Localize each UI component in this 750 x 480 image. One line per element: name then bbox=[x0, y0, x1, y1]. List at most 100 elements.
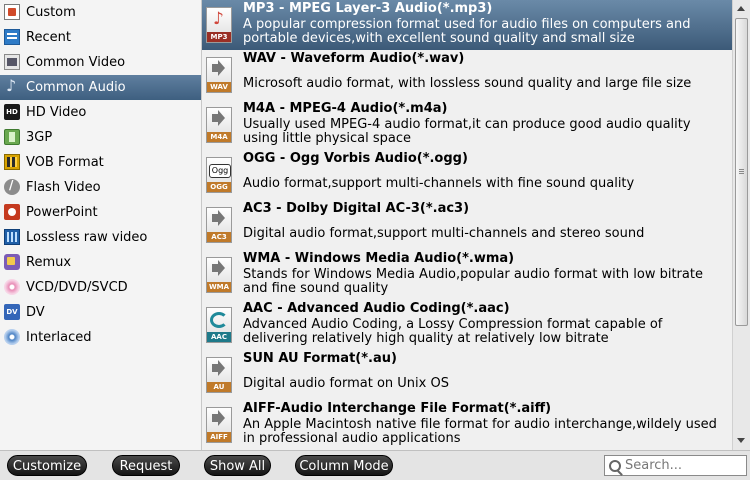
common-audio-icon bbox=[4, 76, 20, 95]
vob-format-icon bbox=[4, 154, 20, 170]
format-item-au[interactable]: AU SUN AU Format(*.au) Digital audio for… bbox=[202, 350, 732, 400]
format-description: An Apple Macintosh native file format fo… bbox=[243, 417, 717, 446]
sidebar-item-label: DV bbox=[26, 305, 45, 320]
speaker-icon bbox=[212, 60, 225, 76]
format-item-mp3[interactable]: ♪ MP3 MP3 - MPEG Layer-3 Audio(*.mp3) A … bbox=[202, 0, 732, 50]
format-title: OGG - Ogg Vorbis Audio(*.ogg) bbox=[243, 151, 468, 166]
recent-icon bbox=[4, 29, 20, 45]
format-item-ogg[interactable]: Ogg OGG OGG - Ogg Vorbis Audio(*.ogg) Au… bbox=[202, 150, 732, 200]
speaker-icon bbox=[212, 410, 225, 426]
custom-icon bbox=[4, 4, 20, 20]
format-badge: AIFF bbox=[207, 432, 231, 442]
speaker-icon bbox=[212, 260, 225, 276]
sidebar-item-label: HD Video bbox=[26, 105, 87, 120]
aac-file-icon: AAC bbox=[206, 307, 232, 343]
sidebar-item-flash-video[interactable]: Flash Video bbox=[0, 175, 201, 200]
sidebar-item-label: PowerPoint bbox=[26, 205, 98, 220]
flash-video-icon bbox=[4, 178, 20, 195]
sidebar-item-label: Recent bbox=[26, 30, 71, 45]
au-file-icon: AU bbox=[206, 357, 232, 393]
hd-video-icon: HD bbox=[4, 104, 20, 120]
speaker-icon bbox=[212, 210, 225, 226]
sidebar-item-powerpoint[interactable]: PowerPoint bbox=[0, 200, 201, 225]
format-item-wma[interactable]: WMA WMA - Windows Media Audio(*.wma) Sta… bbox=[202, 250, 732, 300]
search-input[interactable] bbox=[625, 457, 743, 474]
format-description: Digital audio format,support multi-chann… bbox=[243, 226, 645, 241]
format-title: AC3 - Dolby Digital AC-3(*.ac3) bbox=[243, 201, 470, 216]
sidebar-item-label: VCD/DVD/SVCD bbox=[26, 280, 128, 295]
vcd-dvd-svcd-icon bbox=[4, 279, 20, 295]
sidebar-item-vob-format[interactable]: VOB Format bbox=[0, 150, 201, 175]
sidebar-item-label: VOB Format bbox=[26, 155, 104, 170]
format-description: A popular compression format used for au… bbox=[243, 17, 691, 46]
ogg-file-icon: Ogg OGG bbox=[206, 157, 232, 193]
sidebar-item-label: Remux bbox=[26, 255, 72, 270]
sidebar-item-3gp[interactable]: 3GP bbox=[0, 125, 201, 150]
format-item-aac[interactable]: AAC AAC - Advanced Audio Coding(*.aac) A… bbox=[202, 300, 732, 350]
scrollbar-thumb[interactable] bbox=[735, 18, 748, 326]
format-description: Digital audio format on Unix OS bbox=[243, 376, 449, 391]
search-icon bbox=[609, 460, 621, 472]
sidebar-item-hd-video[interactable]: HD HD Video bbox=[0, 100, 201, 125]
customize-button[interactable]: Customize bbox=[7, 455, 87, 476]
sidebar-item-label: Interlaced bbox=[26, 330, 92, 345]
wma-file-icon: WMA bbox=[206, 257, 232, 293]
format-badge: OGG bbox=[207, 182, 231, 192]
sidebar-item-dv[interactable]: DV DV bbox=[0, 300, 201, 325]
lossless-raw-video-icon bbox=[4, 229, 20, 245]
column-mode-button[interactable]: Column Mode bbox=[295, 455, 393, 476]
sidebar-item-label: Common Audio bbox=[26, 80, 126, 95]
scroll-up-arrow-icon[interactable] bbox=[733, 0, 750, 17]
sidebar-item-vcd-dvd-svcd[interactable]: VCD/DVD/SVCD bbox=[0, 275, 201, 300]
scroll-down-arrow-icon[interactable] bbox=[733, 432, 750, 449]
format-title: M4A - MPEG-4 Audio(*.m4a) bbox=[243, 101, 448, 116]
format-title: AAC - Advanced Audio Coding(*.aac) bbox=[243, 301, 510, 316]
format-list: ♪ MP3 MP3 - MPEG Layer-3 Audio(*.mp3) A … bbox=[202, 0, 732, 450]
format-title: WMA - Windows Media Audio(*.wma) bbox=[243, 251, 515, 266]
format-badge: AC3 bbox=[207, 232, 231, 242]
format-item-wav[interactable]: WAV WAV - Waveform Audio(*.wav) Microsof… bbox=[202, 50, 732, 100]
ogg-logo-icon: Ogg bbox=[209, 164, 231, 178]
format-title: WAV - Waveform Audio(*.wav) bbox=[243, 51, 465, 66]
interlaced-icon bbox=[4, 329, 20, 345]
format-list-scrollbar[interactable] bbox=[732, 0, 750, 450]
sidebar-item-label: Common Video bbox=[26, 55, 126, 70]
format-badge: WMA bbox=[207, 282, 231, 292]
format-badge: AU bbox=[207, 382, 231, 392]
format-title: AIFF-Audio Interchange File Format(*.aif… bbox=[243, 401, 552, 416]
category-sidebar: Custom Recent Common Video Common Audio … bbox=[0, 0, 202, 450]
format-badge: WAV bbox=[207, 82, 231, 92]
format-badge: AAC bbox=[207, 332, 231, 342]
aiff-file-icon: AIFF bbox=[206, 407, 232, 443]
format-description: Audio format,support multi-channels with… bbox=[243, 176, 635, 191]
common-video-icon bbox=[4, 54, 20, 70]
mp3-file-icon: ♪ MP3 bbox=[206, 7, 232, 43]
sidebar-item-common-video[interactable]: Common Video bbox=[0, 50, 201, 75]
sidebar-item-label: Flash Video bbox=[26, 180, 101, 195]
m4a-file-icon: M4A bbox=[206, 107, 232, 143]
speaker-icon bbox=[212, 110, 225, 126]
sidebar-item-common-audio[interactable]: Common Audio bbox=[0, 75, 201, 100]
format-description: Usually used MPEG-4 audio format,it can … bbox=[243, 117, 691, 146]
format-title: MP3 - MPEG Layer-3 Audio(*.mp3) bbox=[243, 1, 493, 16]
format-description: Advanced Audio Coding, a Lossy Compressi… bbox=[243, 317, 663, 346]
sidebar-item-interlaced[interactable]: Interlaced bbox=[0, 325, 201, 350]
format-item-ac3[interactable]: AC3 AC3 - Dolby Digital AC-3(*.ac3) Digi… bbox=[202, 200, 732, 250]
format-item-aiff[interactable]: AIFF AIFF-Audio Interchange File Format(… bbox=[202, 400, 732, 450]
sidebar-item-recent[interactable]: Recent bbox=[0, 25, 201, 50]
search-box bbox=[604, 455, 747, 476]
show-all-button[interactable]: Show All bbox=[204, 455, 271, 476]
sidebar-item-lossless-raw-video[interactable]: Lossless raw video bbox=[0, 225, 201, 250]
format-title: SUN AU Format(*.au) bbox=[243, 351, 397, 366]
wav-file-icon: WAV bbox=[206, 57, 232, 93]
sidebar-item-label: Lossless raw video bbox=[26, 230, 148, 245]
powerpoint-icon bbox=[4, 204, 20, 220]
music-note-icon: ♪ bbox=[213, 9, 224, 29]
sidebar-item-label: 3GP bbox=[26, 130, 53, 145]
format-item-m4a[interactable]: M4A M4A - MPEG-4 Audio(*.m4a) Usually us… bbox=[202, 100, 732, 150]
request-button[interactable]: Request bbox=[112, 455, 180, 476]
dv-icon: DV bbox=[4, 304, 20, 320]
format-badge: MP3 bbox=[207, 32, 231, 42]
sidebar-item-remux[interactable]: Remux bbox=[0, 250, 201, 275]
sidebar-item-custom[interactable]: Custom bbox=[0, 0, 201, 25]
